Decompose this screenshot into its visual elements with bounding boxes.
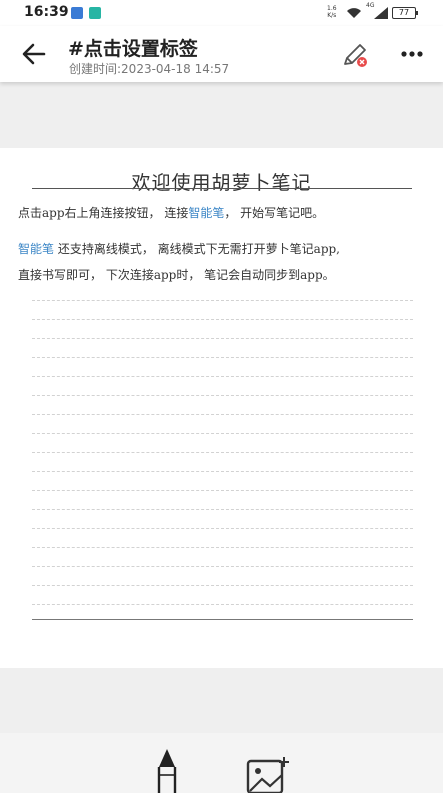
image-add-icon bbox=[246, 757, 289, 793]
more-options-button[interactable] bbox=[398, 42, 426, 66]
ruled-line bbox=[32, 604, 413, 605]
back-arrow-icon bbox=[22, 43, 46, 65]
ruled-line bbox=[32, 395, 413, 396]
ruled-line bbox=[32, 471, 413, 472]
smart-pen-disconnected-icon bbox=[344, 44, 367, 67]
note-line-2: 智能笔 还支持离线模式， 离线模式下无需打开萝卜笔记app, bbox=[18, 242, 340, 256]
signal-icon bbox=[374, 7, 388, 19]
status-time: 16:39 bbox=[24, 4, 69, 20]
app-notification-icon bbox=[89, 7, 101, 19]
ruled-line bbox=[32, 490, 413, 491]
pen-tool-icon bbox=[157, 749, 177, 793]
bottom-toolbar bbox=[0, 733, 443, 793]
battery-icon: 77 bbox=[392, 7, 418, 19]
network-speed: 1.6 K/s bbox=[327, 5, 337, 19]
ruled-line bbox=[32, 585, 413, 586]
more-dots-icon bbox=[401, 51, 423, 57]
created-time: 创建时间:2023-04-18 14:57 bbox=[69, 62, 230, 76]
note-heading: 欢迎使用胡萝卜笔记 bbox=[131, 172, 312, 194]
paper-bottom-rule bbox=[32, 619, 413, 620]
insert-image-button[interactable] bbox=[244, 755, 292, 793]
ruled-line bbox=[32, 300, 413, 301]
ruled-line bbox=[32, 414, 413, 415]
pen-tool-button[interactable] bbox=[148, 747, 186, 793]
note-canvas[interactable]: 欢迎使用胡萝卜笔记 点击app右上角连接按钮， 连接智能笔， 开始写笔记吧。 智… bbox=[0, 148, 443, 668]
ruled-line bbox=[32, 433, 413, 434]
note-tag-title[interactable]: #点击设置标签 bbox=[68, 34, 198, 61]
wifi-icon bbox=[347, 8, 361, 18]
ruled-line bbox=[32, 376, 413, 377]
cloud-notification-icon bbox=[71, 7, 83, 19]
back-button[interactable] bbox=[20, 40, 48, 68]
note-header: #点击设置标签 创建时间:2023-04-18 14:57 bbox=[0, 26, 443, 82]
pen-connect-button[interactable] bbox=[340, 40, 370, 70]
note-line-3: 直接书写即可， 下次连接app时， 笔记会自动同步到app。 bbox=[18, 268, 335, 282]
ruled-line bbox=[32, 357, 413, 358]
ruled-line bbox=[32, 509, 413, 510]
note-line-1: 点击app右上角连接按钮， 连接智能笔， 开始写笔记吧。 bbox=[18, 206, 325, 220]
ruled-line bbox=[32, 338, 413, 339]
ruled-line bbox=[32, 547, 413, 548]
ruled-line bbox=[32, 452, 413, 453]
heading-rule bbox=[32, 188, 412, 189]
status-bar: 16:39 1.6 K/s 4G 77 bbox=[0, 0, 443, 26]
ruled-line bbox=[32, 528, 413, 529]
ruled-line bbox=[32, 566, 413, 567]
ruled-line bbox=[32, 319, 413, 320]
